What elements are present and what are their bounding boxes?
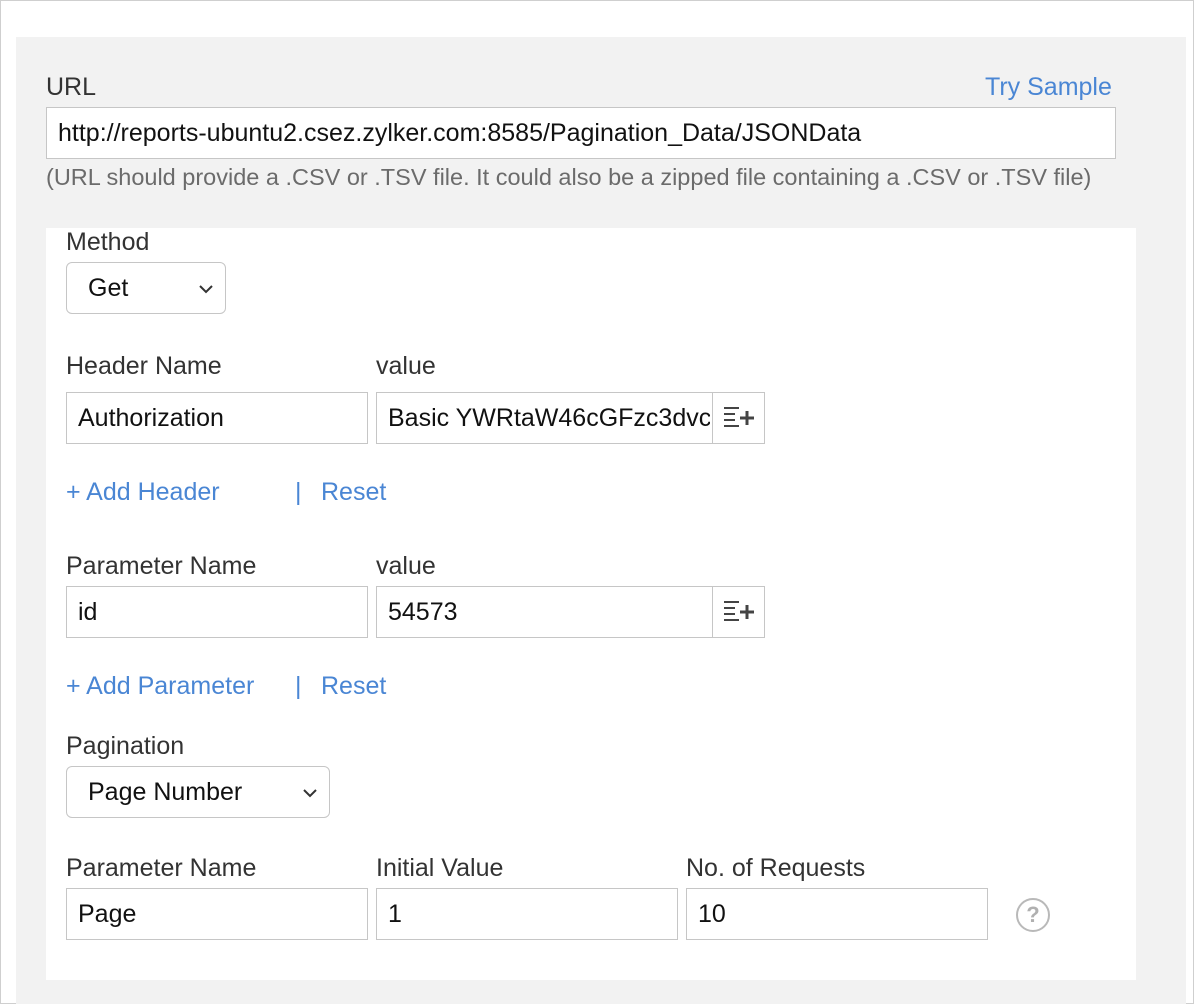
header-name-input[interactable]: Authorization [66,392,368,444]
header-value-label: value [376,352,436,380]
url-hint: (URL should provide a .CSV or .TSV file.… [46,164,1092,190]
parameter-link-separator: | [295,672,302,700]
url-label: URL [46,73,97,101]
dialog-frame: URL Try Sample http://reports-ubuntu2.cs… [0,0,1194,1004]
add-parameter-link[interactable]: + Add Parameter [66,671,254,701]
initial-value-input[interactable]: 1 [376,888,678,940]
initial-value-label: Initial Value [376,854,504,882]
method-select[interactable]: Get [66,262,226,314]
method-label: Method [66,228,150,256]
header-link-separator: | [295,478,302,506]
header-insert-button[interactable] [712,393,764,443]
header-name-label: Header Name [66,352,222,380]
parameter-name-label: Parameter Name [66,552,257,580]
pagination-label: Pagination [66,732,185,760]
requests-count-label: No. of Requests [686,854,866,882]
list-plus-icon [723,601,754,621]
parameter-value-input[interactable]: 54573 [376,586,765,638]
parameter-value-label: value [376,552,436,580]
parameter-reset-link[interactable]: Reset [321,671,386,701]
add-header-link[interactable]: + Add Header [66,477,220,507]
chevron-down-icon [199,285,213,294]
pagination-select[interactable]: Page Number [66,766,330,818]
method-selected-value: Get [88,274,129,302]
url-input[interactable]: http://reports-ubuntu2.csez.zylker.com:8… [46,107,1116,159]
pagination-selected-value: Page Number [88,778,243,806]
parameter-insert-button[interactable] [712,587,764,637]
try-sample-link[interactable]: Try Sample [985,72,1112,102]
requests-count-input[interactable]: 10 [686,888,988,940]
header-reset-link[interactable]: Reset [321,477,386,507]
parameter-value-text: 54573 [388,598,458,626]
chevron-down-icon [303,789,317,798]
parameter-name-input[interactable]: id [66,586,368,638]
header-value-text: Basic YWRtaW46cGFzc3dvcmQ= [388,404,710,432]
help-circle-icon[interactable]: ? [1016,898,1050,932]
list-plus-icon [723,407,754,427]
header-value-input[interactable]: Basic YWRtaW46cGFzc3dvcmQ= [376,392,765,444]
pagination-param-name-input[interactable]: Page [66,888,368,940]
pagination-param-name-label: Parameter Name [66,854,257,882]
